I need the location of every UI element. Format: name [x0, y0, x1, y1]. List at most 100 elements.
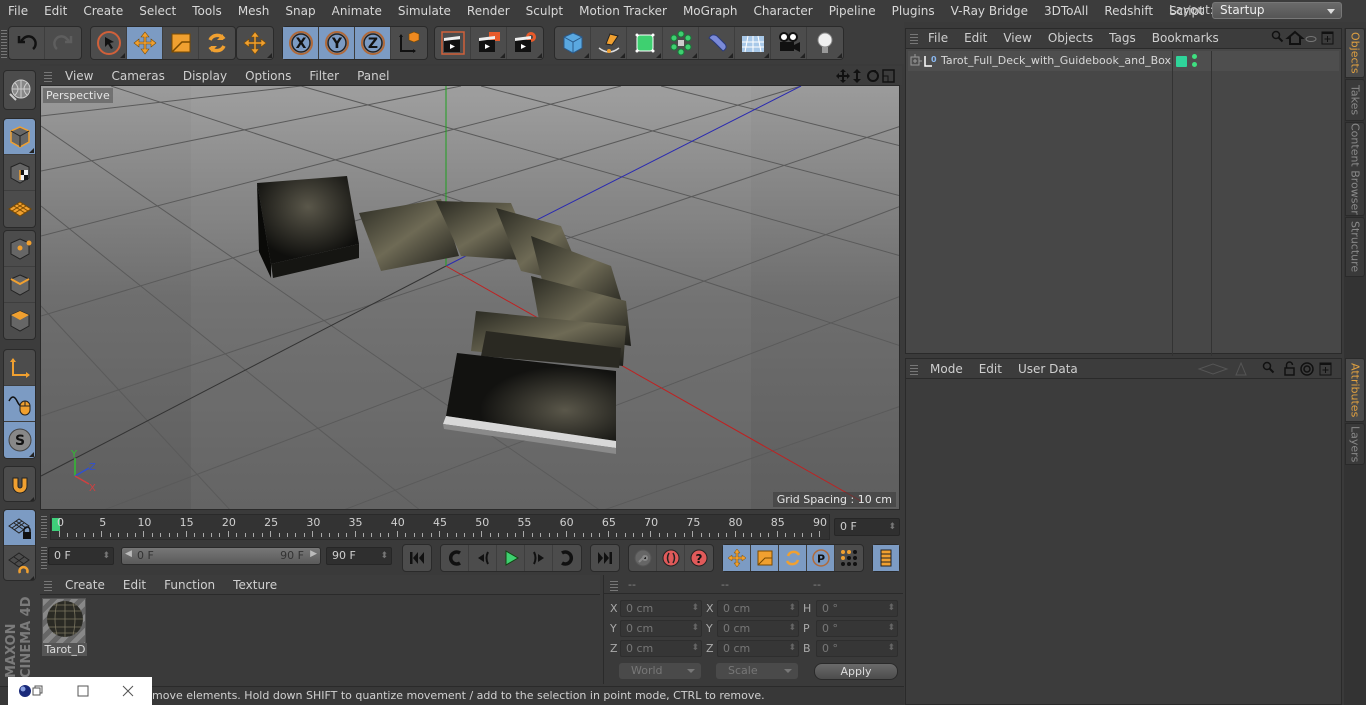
menu-motion-tracker[interactable]: Motion Tracker — [571, 4, 675, 18]
planar-workplane-button[interactable] — [4, 546, 35, 580]
menu-file[interactable]: File — [0, 4, 36, 18]
polygons-mode-button[interactable] — [4, 303, 35, 339]
size-mode-dropdown[interactable]: Scale — [716, 663, 798, 679]
tab-structure[interactable]: Structure — [1345, 217, 1365, 277]
render-view-button[interactable] — [435, 27, 471, 59]
deformer-button[interactable] — [699, 27, 735, 59]
goto-start-button[interactable] — [403, 545, 431, 571]
menu-tools[interactable]: Tools — [184, 4, 230, 18]
up-arrow-icon[interactable] — [1235, 361, 1247, 376]
material-swatch[interactable]: Tarot_D — [42, 598, 87, 656]
redo-button[interactable] — [45, 27, 81, 59]
snapping-button[interactable] — [4, 467, 35, 501]
play-button[interactable] — [497, 545, 525, 571]
previous-frame-button[interactable] — [469, 545, 497, 571]
next-frame-button[interactable] — [525, 545, 553, 571]
objects-menu-view[interactable]: View — [995, 31, 1039, 45]
position-y-field[interactable]: 0 cm — [620, 620, 702, 637]
rotate-tool-button[interactable] — [199, 27, 235, 59]
live-selection-button[interactable] — [91, 27, 127, 59]
editor-visibility-dot[interactable] — [1192, 54, 1197, 59]
panel-grip[interactable] — [44, 69, 52, 82]
lock-icon[interactable] — [1284, 361, 1295, 376]
close-icon[interactable] — [122, 685, 134, 697]
coordinate-space-dropdown[interactable]: World — [619, 663, 701, 679]
menu-vray-bridge[interactable]: V-Ray Bridge — [943, 4, 1036, 18]
attributes-menu-mode[interactable]: Mode — [922, 362, 971, 376]
end-frame-field[interactable]: 90 F ⬍ — [326, 547, 392, 565]
model-mode-button[interactable] — [4, 119, 35, 155]
menu-mesh[interactable]: Mesh — [230, 4, 278, 18]
menu-mograph[interactable]: MoGraph — [675, 4, 746, 18]
objects-menu-tags[interactable]: Tags — [1101, 31, 1144, 45]
restore-icon[interactable] — [32, 685, 44, 697]
search-icon[interactable] — [1271, 30, 1284, 43]
menu-sculpt[interactable]: Sculpt — [518, 4, 571, 18]
timeline-ruler[interactable]: 0 5 10 15 20 25 30 35 40 45 50 55 60 65 70 75 80 85 90 — [50, 514, 830, 540]
key-pla-button[interactable] — [835, 545, 863, 571]
ellipse-icon[interactable] — [1305, 36, 1317, 42]
object-row[interactable]: 0 Tarot_Full_Deck_with_Guidebook_and_Box — [908, 51, 1339, 356]
move-tool-button[interactable] — [127, 27, 163, 59]
menu-redshift[interactable]: Redshift — [1096, 4, 1161, 18]
layer-color-swatch[interactable] — [1176, 56, 1187, 67]
menu-pipeline[interactable]: Pipeline — [821, 4, 884, 18]
render-picture-viewer-button[interactable] — [471, 27, 507, 59]
key-rotation-button[interactable] — [779, 545, 807, 571]
new-panel-icon[interactable] — [1321, 31, 1334, 45]
key-scale-button[interactable] — [751, 545, 779, 571]
layout-dropdown[interactable]: Startup — [1212, 2, 1342, 19]
objects-menu-edit[interactable]: Edit — [956, 31, 995, 45]
autokeying-button[interactable]: ? — [685, 545, 713, 571]
menu-plugins[interactable]: Plugins — [884, 4, 943, 18]
panel-grip[interactable] — [610, 579, 618, 591]
objects-menu-bookmarks[interactable]: Bookmarks — [1144, 31, 1227, 45]
panel-grip[interactable] — [910, 362, 918, 375]
coordinate-system-button[interactable] — [391, 27, 427, 59]
current-frame-field[interactable]: 0 F ⬍ — [834, 518, 900, 536]
texture-mode-button[interactable] — [4, 155, 35, 191]
target-icon[interactable] — [1300, 362, 1314, 376]
spinner-icon[interactable]: ⬍ — [102, 548, 110, 564]
y-axis-lock-button[interactable]: Y — [319, 27, 355, 59]
recent-tool-button[interactable] — [237, 27, 273, 59]
viewport-menu-view[interactable]: View — [56, 69, 102, 83]
timeline-window-button[interactable] — [873, 545, 899, 571]
edges-mode-button[interactable] — [4, 267, 35, 303]
objects-menu-objects[interactable]: Objects — [1040, 31, 1101, 45]
search-icon[interactable] — [1262, 361, 1275, 374]
next-key-button[interactable] — [553, 545, 581, 571]
undo-button[interactable] — [9, 27, 45, 59]
3d-viewport[interactable]: Y Z X Perspective Grid Spacing : 10 cm — [40, 85, 900, 510]
rotation-b-field[interactable]: 0 ° — [816, 640, 898, 657]
render-settings-button[interactable] — [507, 27, 543, 59]
menu-create[interactable]: Create — [75, 4, 131, 18]
spinner-icon[interactable]: ⬍ — [888, 519, 896, 535]
home-icon[interactable] — [1285, 30, 1305, 45]
transport-grip[interactable] — [41, 547, 47, 569]
tab-takes[interactable]: Takes — [1345, 79, 1365, 121]
pen-spline-button[interactable] — [591, 27, 627, 59]
panel-grip[interactable] — [44, 578, 52, 591]
objects-menu-file[interactable]: File — [920, 31, 956, 45]
start-frame-field[interactable]: 0 F ⬍ — [48, 547, 114, 565]
viewport-menu-panel[interactable]: Panel — [348, 69, 398, 83]
menu-simulate[interactable]: Simulate — [390, 4, 459, 18]
spinner-icon[interactable]: ⬍ — [380, 548, 388, 564]
material-menu-edit[interactable]: Edit — [114, 578, 155, 592]
material-menu-texture[interactable]: Texture — [224, 578, 286, 592]
position-x-field[interactable]: 0 cm — [620, 600, 702, 617]
floor-object-button[interactable] — [735, 27, 771, 59]
size-z-field[interactable]: 0 cm — [717, 640, 799, 657]
tab-objects[interactable]: Objects — [1345, 28, 1365, 78]
range-left-arrow-icon[interactable]: ◀ — [125, 549, 132, 559]
rotation-h-field[interactable]: 0 ° — [816, 600, 898, 617]
make-editable-button[interactable] — [4, 71, 35, 109]
maximize-icon[interactable] — [77, 685, 89, 697]
apply-button[interactable]: Apply — [814, 663, 898, 680]
z-axis-lock-button[interactable]: Z — [355, 27, 391, 59]
size-x-field[interactable]: 0 cm — [717, 600, 799, 617]
size-y-field[interactable]: 0 cm — [717, 620, 799, 637]
rotation-p-field[interactable]: 0 ° — [816, 620, 898, 637]
timeline-grip[interactable] — [41, 516, 47, 538]
